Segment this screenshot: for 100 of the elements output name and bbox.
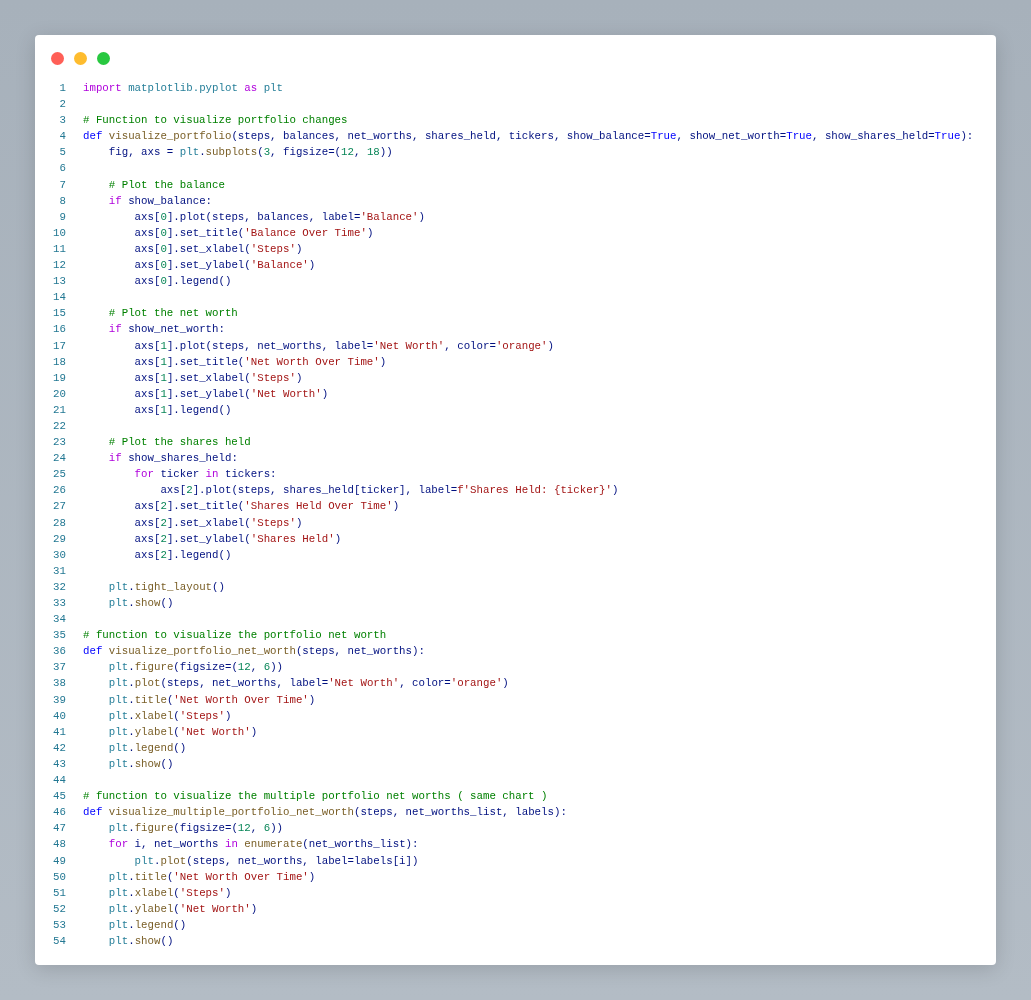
- code-line: # function to visualize the multiple portfolio net worths ( same chart ): [83, 789, 548, 805]
- code-line: plt.ylabel('Net Worth'): [107, 724, 258, 740]
- line-number: 54: [52, 933, 66, 949]
- code-line: plt.ylabel('Net Worth'): [107, 901, 258, 917]
- code-line: plt.title('Net Worth Over Time'): [107, 869, 316, 885]
- line-number: 13: [52, 274, 66, 290]
- line-number: 11: [52, 241, 66, 257]
- line-number: 21: [52, 402, 66, 418]
- code-line: plt.show(): [107, 933, 174, 949]
- code-line: for i, net_worths in enumerate(net_worths_list):: [107, 837, 419, 853]
- code-line: plt.figure(figsize=(12, 6)): [107, 660, 284, 676]
- code-line: axs[0].legend(): [133, 274, 232, 290]
- line-number: 15: [52, 306, 66, 322]
- code-line: plt.legend(): [107, 917, 187, 933]
- line-number: 3: [58, 113, 66, 129]
- close-button[interactable]: [51, 52, 64, 65]
- code-line: axs[2].set_ylabel('Shares Held'): [133, 531, 342, 547]
- line-number: 49: [52, 853, 66, 869]
- line-number: 46: [52, 805, 66, 821]
- line-number: 45: [52, 789, 66, 805]
- line-number: 53: [52, 917, 66, 933]
- line-number: 42: [52, 740, 66, 756]
- line-number: 30: [52, 547, 66, 563]
- line-number: 7: [58, 177, 66, 193]
- line-number: 10: [52, 225, 66, 241]
- line-number: 1: [58, 81, 66, 96]
- line-number: 2: [58, 97, 66, 113]
- line-number: 9: [58, 209, 66, 225]
- line-number: 51: [52, 885, 66, 901]
- line-number: 26: [52, 483, 66, 499]
- code-line: def visualize_multiple_portfolio_net_worth(steps, net_worths_list, labels):: [83, 805, 567, 821]
- code-line: for ticker in tickers:: [133, 467, 277, 483]
- code-line: plt.tight_layout(): [107, 579, 225, 595]
- code-line: plt.show(): [107, 756, 174, 772]
- maximize-button[interactable]: [97, 52, 110, 65]
- line-number: 44: [52, 773, 66, 789]
- code-line: def visualize_portfolio_net_worth(steps, net_worths):: [83, 644, 425, 660]
- code-line: axs[0].set_title('Balance Over Time'): [133, 225, 374, 241]
- code-line: axs[2].set_xlabel('Steps'): [133, 515, 303, 531]
- line-number: 23: [52, 435, 66, 451]
- line-number: 43: [52, 756, 66, 772]
- code-line: if show_net_worth:: [107, 322, 225, 338]
- line-number: 17: [52, 338, 66, 354]
- line-number: 33: [52, 596, 66, 611]
- code-line: plt.xlabel('Steps'): [107, 885, 232, 901]
- line-number: 40: [52, 708, 66, 724]
- code-line: # Plot the shares held: [107, 435, 251, 451]
- line-number: 20: [52, 386, 66, 402]
- line-number: 50: [52, 869, 66, 885]
- line-number: 6: [58, 161, 66, 177]
- code-line: if show_balance:: [107, 193, 213, 209]
- code-line: axs[1].set_ylabel('Net Worth'): [133, 386, 329, 402]
- line-number: 28: [52, 515, 66, 531]
- code-line: axs[1].legend(): [133, 402, 232, 418]
- code-line: axs[0].set_ylabel('Balance'): [133, 258, 316, 274]
- code-line: axs[2].plot(steps, shares_held[ticker], label=f'Shares Held: {ticker}'): [159, 483, 619, 499]
- code-line: plt.figure(figsize=(12, 6)): [107, 821, 284, 837]
- line-number: 22: [52, 418, 66, 434]
- line-number: 12: [52, 258, 66, 274]
- line-number: 25: [52, 467, 66, 483]
- code-line: # function to visualize the portfolio net worth: [83, 628, 387, 644]
- line-number: 31: [52, 563, 66, 579]
- line-number: 37: [52, 660, 66, 676]
- line-number: 52: [52, 901, 66, 917]
- line-number: 34: [52, 612, 66, 628]
- code-line: plt.title('Net Worth Over Time'): [107, 692, 316, 708]
- code-line: fig, axs = plt.subplots(3, figsize=(12, 18)): [107, 145, 393, 161]
- code-line: plt.plot(steps, net_worths, label='Net Worth', color='orange'): [107, 676, 509, 692]
- line-number: 47: [52, 821, 66, 837]
- line-number: 4: [58, 129, 66, 145]
- line-number: 5: [58, 145, 66, 161]
- code-line: axs[0].set_xlabel('Steps'): [133, 241, 303, 257]
- code-line: # Function to visualize portfolio changes: [83, 113, 348, 129]
- line-number: 27: [52, 499, 66, 515]
- code-line: # Plot the balance: [107, 177, 225, 193]
- code-line: axs[1].set_xlabel('Steps'): [133, 370, 303, 386]
- code-line: # Plot the net worth: [107, 306, 238, 322]
- code-line: if show_shares_held:: [107, 451, 238, 467]
- code-line: import matplotlib.pyplot as plt: [83, 81, 283, 96]
- code-line: plt.show(): [107, 596, 174, 611]
- line-number: 35: [52, 628, 66, 644]
- line-number: 16: [52, 322, 66, 338]
- line-number: 18: [52, 354, 66, 370]
- code-line: axs[2].legend(): [133, 547, 232, 563]
- minimize-button[interactable]: [74, 52, 87, 65]
- line-number: 48: [52, 837, 66, 853]
- code-line: def visualize_portfolio(steps, balances, net_worths, shares_held, tickers, show_balance=True, show_net_worth=True, show_shares_held=True):: [83, 129, 974, 145]
- code-line: axs[1].plot(steps, net_worths, label='Net Worth', color='orange'): [133, 338, 554, 354]
- line-number: 29: [52, 531, 66, 547]
- line-number: 32: [52, 579, 66, 595]
- code-line: axs[2].set_title('Shares Held Over Time'): [133, 499, 400, 515]
- code-line: plt.xlabel('Steps'): [107, 708, 232, 724]
- code-line: axs[0].plot(steps, balances, label='Balance'): [133, 209, 425, 225]
- line-number: 14: [52, 290, 66, 306]
- line-number: 19: [52, 370, 66, 386]
- code-line: axs[1].set_title('Net Worth Over Time'): [133, 354, 387, 370]
- line-number: 24: [52, 451, 66, 467]
- line-number: 36: [52, 644, 66, 660]
- line-number: 41: [52, 724, 66, 740]
- line-number: 8: [58, 193, 66, 209]
